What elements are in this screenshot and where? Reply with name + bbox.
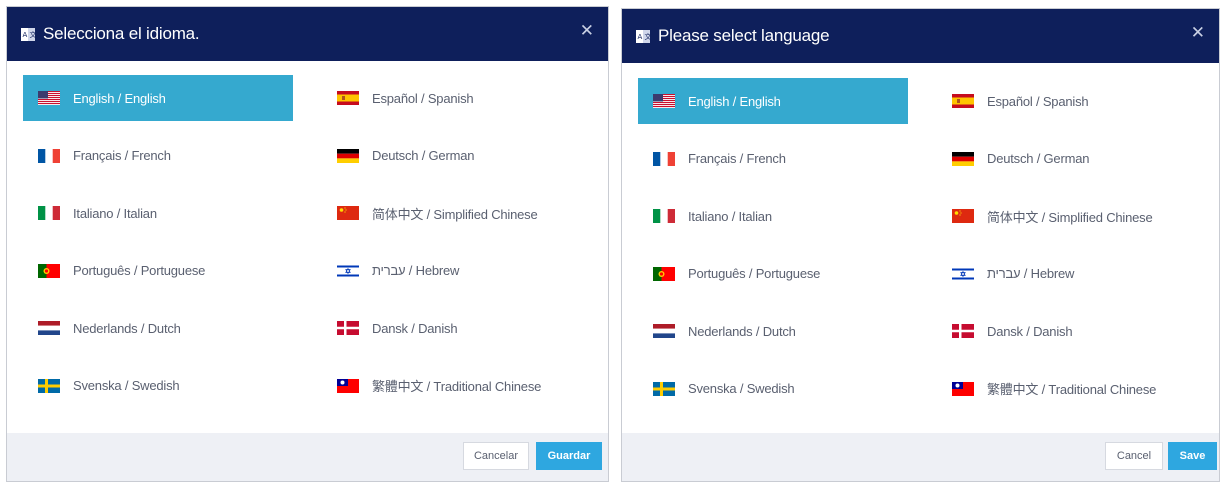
sweden-flag-icon	[653, 381, 675, 396]
language-option[interactable]: 繁體中文 / Traditional Chinese	[322, 363, 592, 409]
dialog-title: Please select language	[658, 26, 830, 45]
language-option[interactable]: English / English	[23, 75, 293, 121]
language-dialog-spanish: A文 Selecciona el idioma. ✕ English / Eng…	[6, 6, 609, 482]
language-option-label: Português / Portuguese	[688, 266, 821, 281]
taiwan-flag-icon	[337, 378, 359, 393]
language-option[interactable]: English / English	[638, 78, 908, 124]
germany-flag-icon	[952, 151, 974, 166]
language-option-label: Português / Portuguese	[73, 263, 206, 278]
language-option[interactable]: Svenska / Swedish	[23, 363, 293, 409]
dialog-header: A文 Please select language ✕	[622, 9, 1219, 63]
language-option-label: 简体中文 / Simplified Chinese	[372, 206, 538, 222]
france-flag-icon	[653, 151, 675, 166]
language-option-label: Italiano / Italian	[688, 208, 772, 224]
language-option-label: Deutsch / German	[372, 148, 475, 163]
netherlands-flag-icon	[653, 324, 675, 338]
language-option[interactable]: 简体中文 / Simplified Chinese	[322, 190, 592, 236]
svg-text:A: A	[638, 33, 643, 41]
israel-flag-icon	[952, 266, 974, 281]
language-option[interactable]: Deutsch / German	[322, 133, 592, 179]
israel-flag-icon	[337, 263, 359, 278]
language-list: English / English Español / Spanish França…	[622, 63, 1219, 437]
language-option[interactable]: Italiano / Italian	[23, 190, 293, 236]
svg-text:文: 文	[30, 30, 37, 39]
language-option-label: Dansk / Danish	[987, 323, 1073, 339]
save-button[interactable]: Guardar	[536, 442, 602, 470]
dialog-footer: Cancelar Guardar	[7, 433, 608, 481]
dialog-title: Selecciona el idioma.	[43, 24, 200, 43]
cancel-button[interactable]: Cancel	[1105, 442, 1163, 470]
language-book-icon: A文	[20, 26, 37, 43]
language-option[interactable]: Nederlands / Dutch	[638, 308, 908, 354]
language-option-label: Italiano / Italian	[73, 205, 157, 221]
language-option[interactable]: 简体中文 / Simplified Chinese	[937, 193, 1207, 239]
china-flag-icon	[337, 206, 359, 220]
language-option-label: עברית / Hebrew	[987, 266, 1075, 281]
portugal-flag-icon	[653, 266, 675, 281]
language-option-label: עברית / Hebrew	[372, 263, 460, 278]
language-option-label: English / English	[73, 90, 166, 106]
language-option[interactable]: Português / Portuguese	[638, 251, 908, 297]
language-option-label: 繁體中文 / Traditional Chinese	[372, 379, 542, 394]
language-option[interactable]: Nederlands / Dutch	[23, 305, 293, 351]
taiwan-flag-icon	[952, 381, 974, 396]
italy-flag-icon	[38, 206, 60, 220]
language-option[interactable]: Français / French	[23, 133, 293, 179]
us-flag-icon	[653, 94, 675, 108]
language-option-label: 繁體中文 / Traditional Chinese	[987, 382, 1157, 397]
language-option[interactable]: Español / Spanish	[937, 78, 1207, 124]
language-option[interactable]: עברית / Hebrew	[322, 248, 592, 294]
close-icon[interactable]: ✕	[580, 22, 594, 39]
language-option-label: Nederlands / Dutch	[73, 320, 181, 336]
language-option-label: Svenska / Swedish	[688, 381, 795, 396]
language-option-label: Español / Spanish	[372, 90, 474, 106]
language-option-label: Nederlands / Dutch	[688, 323, 796, 339]
svg-text:文: 文	[645, 32, 652, 41]
language-option-label: 简体中文 / Simplified Chinese	[987, 209, 1153, 225]
language-option[interactable]: Português / Portuguese	[23, 248, 293, 294]
language-option-label: Español / Spanish	[987, 93, 1089, 109]
china-flag-icon	[952, 209, 974, 223]
sweden-flag-icon	[38, 378, 60, 393]
cancel-button[interactable]: Cancelar	[463, 442, 529, 470]
us-flag-icon	[38, 91, 60, 105]
close-icon[interactable]: ✕	[1191, 24, 1205, 41]
language-book-icon: A文	[635, 28, 652, 45]
language-option-label: Français / French	[73, 148, 171, 163]
language-option-label: Svenska / Swedish	[73, 378, 180, 393]
language-option-label: Français / French	[688, 151, 786, 166]
language-option[interactable]: Dansk / Danish	[937, 308, 1207, 354]
language-option[interactable]: עברית / Hebrew	[937, 251, 1207, 297]
save-button[interactable]: Save	[1168, 442, 1217, 470]
language-option-label: Dansk / Danish	[372, 320, 458, 336]
spain-flag-icon	[952, 94, 974, 108]
language-option[interactable]: Español / Spanish	[322, 75, 592, 121]
denmark-flag-icon	[337, 321, 359, 335]
denmark-flag-icon	[952, 324, 974, 338]
language-option[interactable]: Deutsch / German	[937, 136, 1207, 182]
language-list: English / English Español / Spanish França…	[7, 61, 608, 435]
language-dialog-english: A文 Please select language ✕ English / En…	[621, 8, 1220, 482]
dialog-header: A文 Selecciona el idioma. ✕	[7, 7, 608, 61]
language-option[interactable]: 繁體中文 / Traditional Chinese	[937, 366, 1207, 412]
dialog-footer: Cancel Save	[622, 433, 1219, 481]
svg-text:A: A	[23, 31, 28, 39]
italy-flag-icon	[653, 209, 675, 223]
france-flag-icon	[38, 148, 60, 163]
language-option[interactable]: Dansk / Danish	[322, 305, 592, 351]
portugal-flag-icon	[38, 263, 60, 278]
language-option-label: English / English	[688, 93, 781, 109]
spain-flag-icon	[337, 91, 359, 105]
language-option[interactable]: Italiano / Italian	[638, 193, 908, 239]
germany-flag-icon	[337, 148, 359, 163]
language-option-label: Deutsch / German	[987, 151, 1090, 166]
netherlands-flag-icon	[38, 321, 60, 335]
language-option[interactable]: Français / French	[638, 136, 908, 182]
language-option[interactable]: Svenska / Swedish	[638, 366, 908, 412]
